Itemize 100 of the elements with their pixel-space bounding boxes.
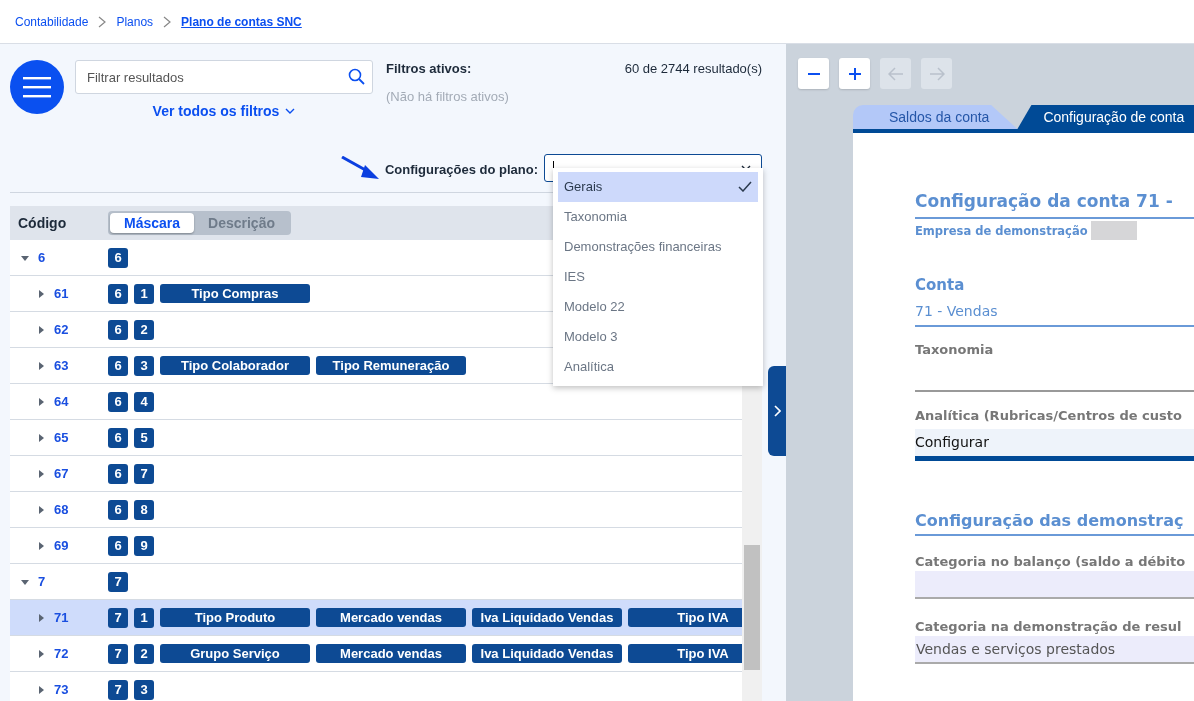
- mask-digit: 6: [108, 499, 128, 520]
- scrollbar-thumb[interactable]: [744, 545, 760, 670]
- all-filters-link[interactable]: Ver todos os filtros: [152, 103, 296, 119]
- account-code: 67: [54, 466, 69, 481]
- field-label: Conta: [915, 276, 966, 294]
- tag: Tipo Produto: [160, 608, 310, 627]
- field-label: Taxonomia: [915, 342, 995, 357]
- caret-right-icon[interactable]: [36, 324, 46, 335]
- tag: Tipo Remuneração: [316, 356, 466, 375]
- account-code: 65: [54, 430, 69, 445]
- menu-item[interactable]: Taxonomia: [558, 202, 758, 232]
- select-field[interactable]: [915, 571, 1194, 599]
- mask-digit: 7: [134, 463, 154, 484]
- tree-row[interactable]: 71 7 1 Tipo Produto Mercado vendas Iva Liquidado Vendas Tipo IVA: [10, 600, 742, 636]
- caret-right-icon[interactable]: [36, 396, 46, 407]
- mask-digit: 6: [108, 391, 128, 412]
- mask-digit: 3: [134, 679, 154, 700]
- field-value: 71 - Vendas: [915, 294, 1194, 327]
- configure-button[interactable]: Configurar: [915, 429, 1194, 461]
- select-field[interactable]: Vendas e serviços prestados: [915, 636, 1194, 664]
- mask-digit: 2: [134, 319, 154, 340]
- minus-icon: [807, 72, 820, 75]
- mask-digit: 8: [134, 499, 154, 520]
- column-header: Código: [17, 215, 68, 231]
- account-code: 7: [38, 574, 46, 589]
- tag: Iva Liquidado Vendas: [472, 644, 622, 663]
- tag: Mercado vendas: [316, 644, 466, 663]
- caret-right-icon[interactable]: [36, 288, 46, 299]
- tree-row[interactable]: 73 7 3: [10, 672, 742, 701]
- tree-row[interactable]: 65 6 5: [10, 420, 742, 456]
- tab[interactable]: Configuração de conta: [1017, 105, 1194, 129]
- filters-title: Filtros ativos:: [386, 61, 472, 76]
- tree-row[interactable]: 67 6 7: [10, 456, 742, 492]
- arrow-right-icon: [928, 66, 945, 81]
- tag: Tipo Compras: [160, 284, 310, 303]
- mask-digit: 5: [134, 427, 154, 448]
- account-code: 6: [38, 250, 46, 265]
- mask-digit: 2: [134, 643, 154, 664]
- tag: Mercado vendas: [316, 608, 466, 627]
- mask-digit: 7: [108, 571, 128, 592]
- arrow-left-icon: [887, 66, 904, 81]
- tag: Tipo IVA: [628, 644, 742, 663]
- mask-digit: 6: [108, 283, 128, 304]
- tree-row[interactable]: 68 6 8: [10, 492, 742, 528]
- breadcrumb-link[interactable]: Plano de contas SNC: [181, 14, 302, 29]
- field-label: Categoria na demonstração de resul: [915, 619, 1183, 634]
- tag: Tipo Colaborador: [160, 356, 310, 375]
- account-code: 69: [54, 538, 69, 553]
- mask-digit: 6: [108, 319, 128, 340]
- mask-digit: 1: [134, 607, 154, 628]
- breadcrumb-link[interactable]: Planos: [116, 14, 154, 29]
- tree-row[interactable]: 72 7 2 Grupo Serviço Mercado vendas Iva Liquidado Vendas Tipo IVA: [10, 636, 742, 672]
- chevron-right-icon: [163, 15, 172, 28]
- caret-right-icon[interactable]: [36, 648, 46, 659]
- expand-panel-button[interactable]: [768, 366, 786, 456]
- mask-digit: 1: [134, 283, 154, 304]
- account-code: 63: [54, 358, 69, 373]
- caret-right-icon[interactable]: [36, 540, 46, 551]
- mask-digit: 6: [108, 247, 128, 268]
- plan-settings-label: Configurações do plano:: [384, 161, 538, 177]
- chevron-right-icon: [98, 15, 107, 28]
- mask-digit: 4: [134, 391, 154, 412]
- chevron-down-icon: [285, 108, 296, 114]
- mask-digit: 9: [134, 535, 154, 556]
- no-filters-text: (Não há filtros ativos): [386, 89, 510, 104]
- mask-digit: 6: [108, 355, 128, 376]
- tab[interactable]: Saldos da conta: [853, 105, 1018, 129]
- section-heading: Configuração das demonstraç: [915, 511, 1194, 536]
- caret-right-icon[interactable]: [36, 612, 46, 623]
- search-icon: [348, 68, 365, 85]
- redaction-block: [1090, 221, 1137, 240]
- field-label: Categoria no balanço (saldo a débito: [915, 554, 1187, 569]
- tag: Iva Liquidado Vendas: [472, 608, 622, 627]
- field-label: Analítica (Rubricas/Centros de custo: [915, 408, 1183, 423]
- account-code: 62: [54, 322, 69, 337]
- zoom-in-button[interactable]: [839, 58, 870, 89]
- caret-right-icon[interactable]: [36, 504, 46, 515]
- chevron-right-icon: [773, 405, 781, 417]
- search-field[interactable]: Filtrar resultados: [75, 60, 373, 94]
- account-code: 71: [54, 610, 69, 625]
- mask-digit: 3: [134, 355, 154, 376]
- account-code: 73: [54, 682, 69, 697]
- plus-icon: [848, 67, 861, 80]
- account-code: 68: [54, 502, 69, 517]
- company-name: Empresa de demonstração: [915, 223, 1088, 238]
- menu-button[interactable]: [10, 60, 64, 114]
- mask-digit: 7: [108, 643, 128, 664]
- breadcrumb-link[interactable]: Contabilidade: [15, 14, 89, 29]
- menu-item[interactable]: Gerais: [558, 172, 758, 202]
- caret-right-icon[interactable]: [36, 360, 46, 371]
- caret-right-icon[interactable]: [36, 468, 46, 479]
- tree-row[interactable]: 69 6 9: [10, 528, 742, 564]
- zoom-out-button[interactable]: [798, 58, 829, 89]
- tag: Grupo Serviço: [160, 644, 310, 663]
- result-count: 60 de 2744 resultado(s): [624, 61, 762, 76]
- page-title: Configuração da conta 71 -: [915, 191, 1194, 219]
- caret-right-icon[interactable]: [36, 684, 46, 695]
- caret-right-icon[interactable]: [36, 432, 46, 443]
- toggle-option[interactable]: Máscara: [110, 213, 195, 233]
- mask-digit: 6: [108, 463, 128, 484]
